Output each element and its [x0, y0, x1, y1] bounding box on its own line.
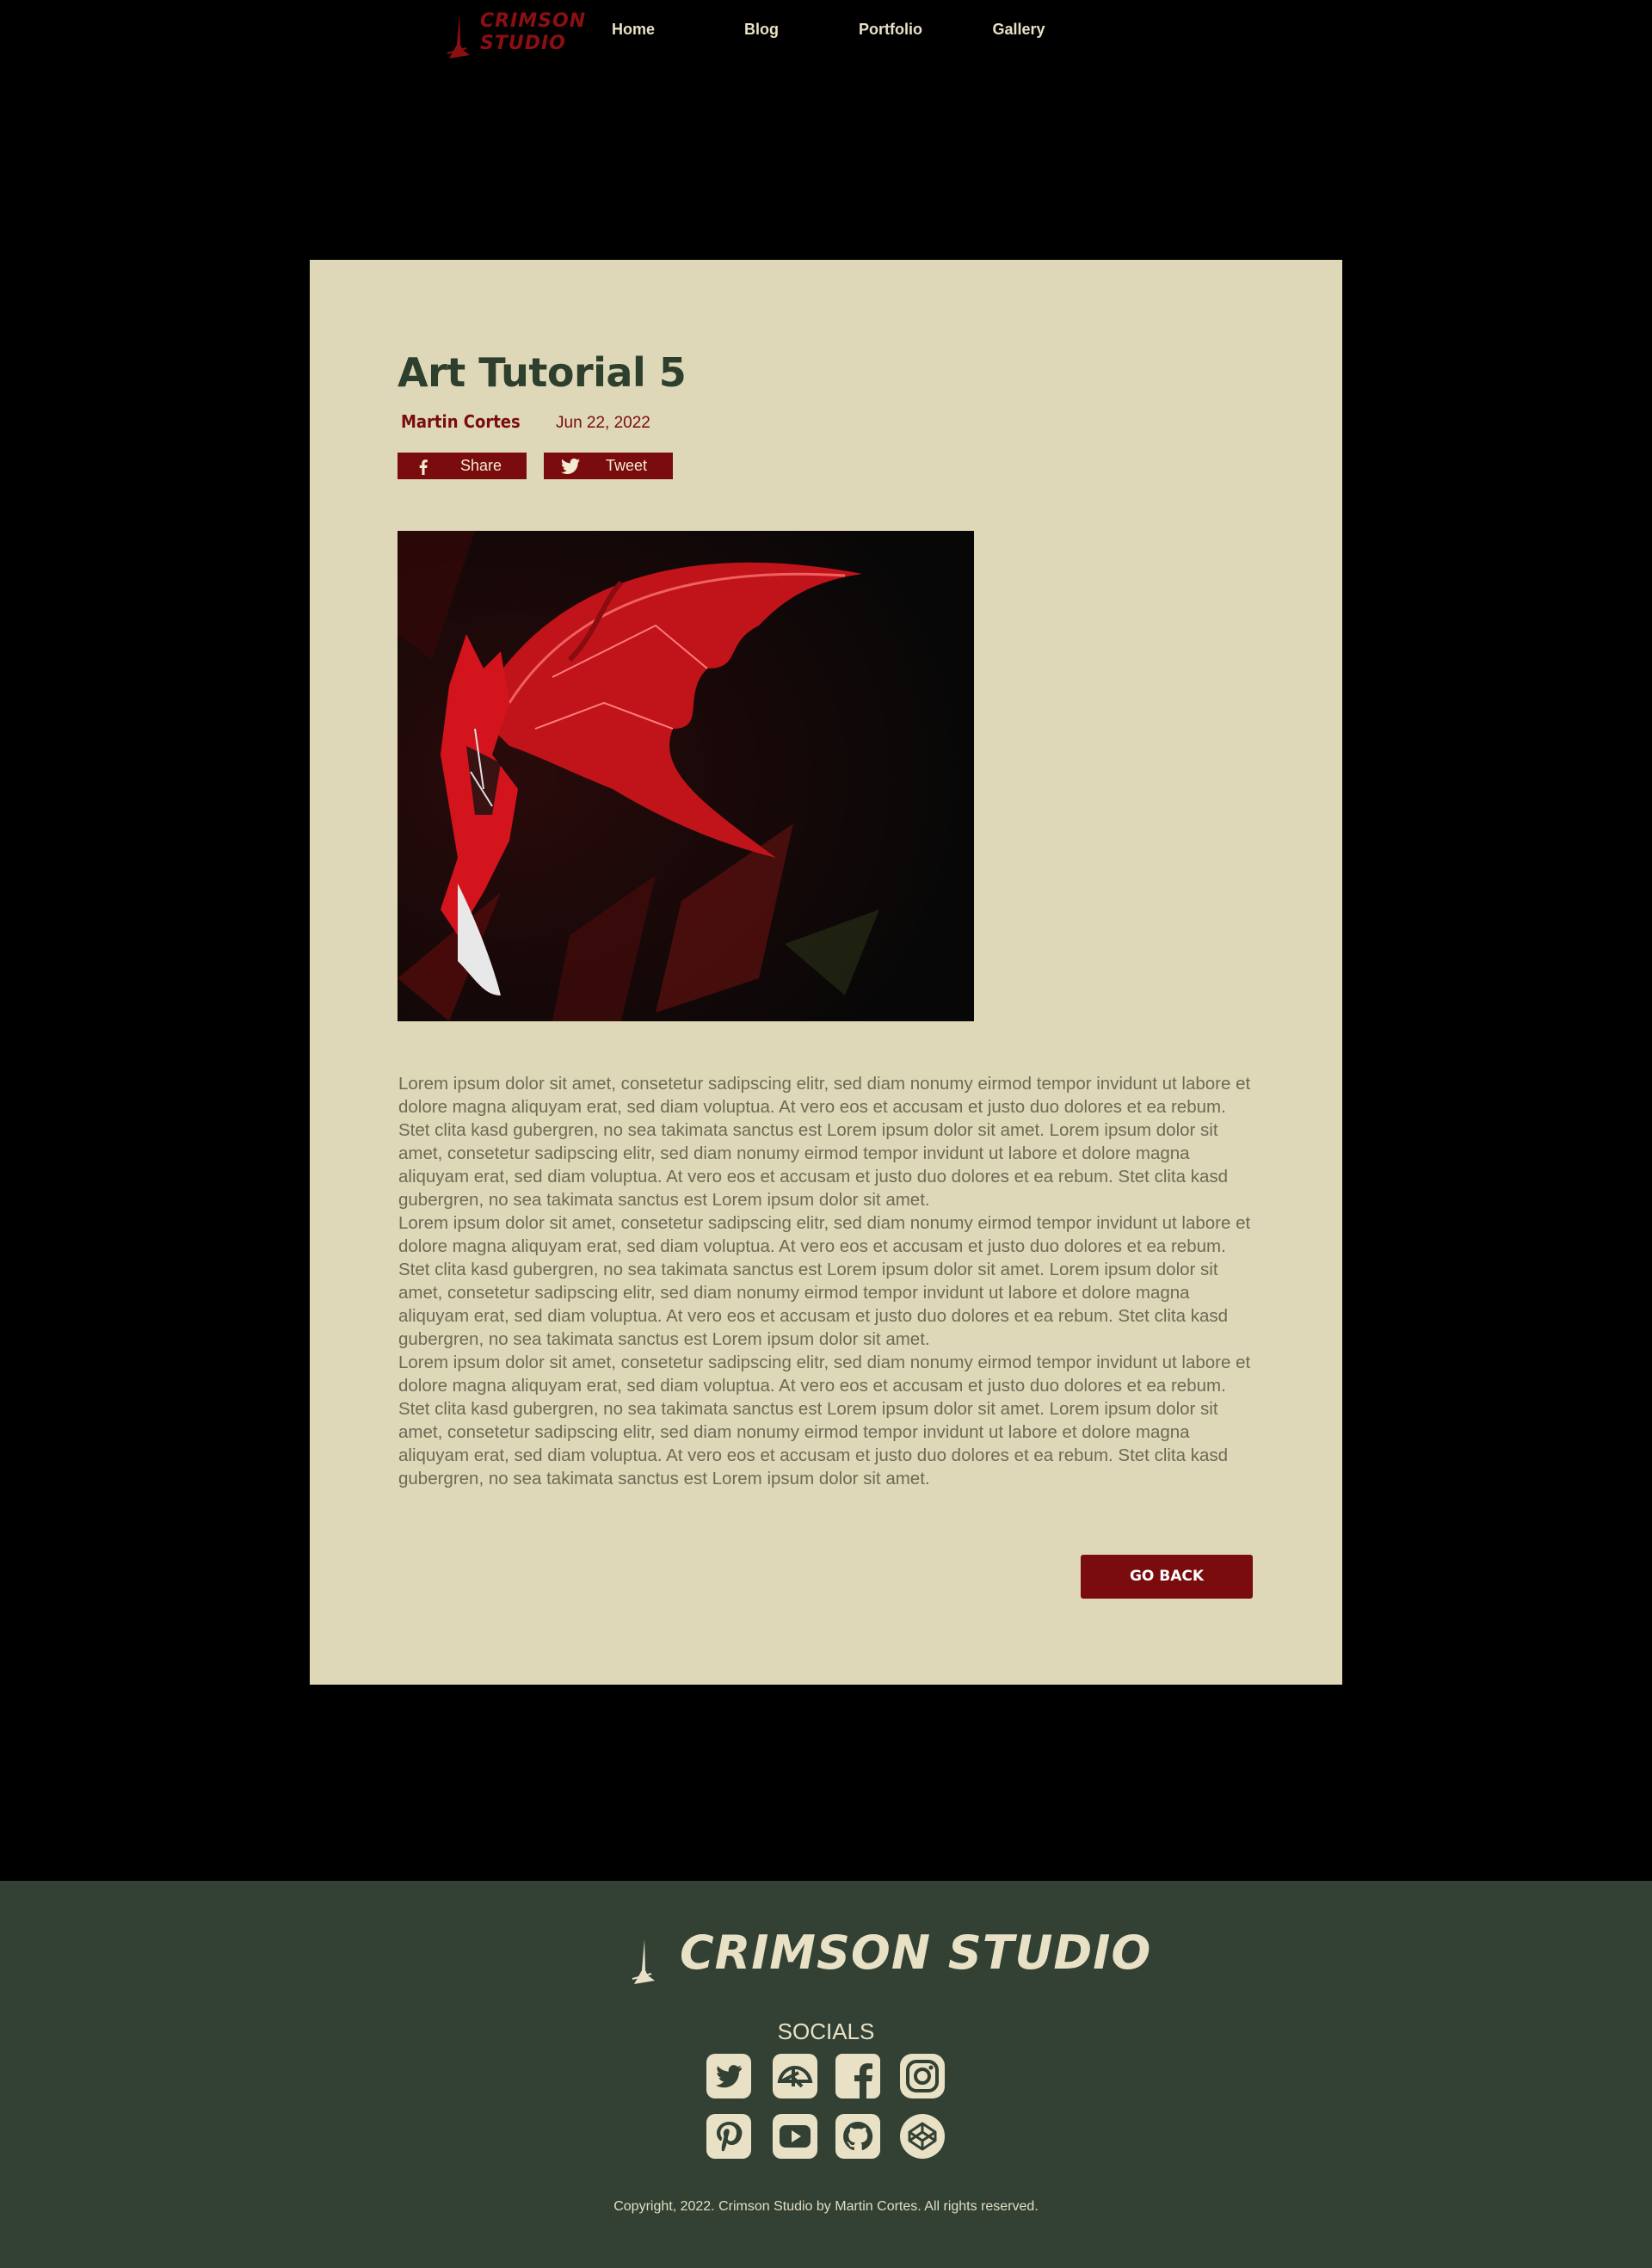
pinterest-icon[interactable] [706, 2114, 751, 2159]
pen-nib-icon [447, 14, 470, 59]
post-paragraph: Lorem ipsum dolor sit amet, consetetur s… [398, 1213, 1251, 1349]
socials-heading: SOCIALS [777, 2018, 875, 2044]
twitter-tweet-button[interactable]: Tweet [544, 453, 673, 479]
nav-blog[interactable]: Blog [710, 21, 813, 39]
post-paragraph: Lorem ipsum dolor sit amet, consetetur s… [398, 1353, 1251, 1488]
logo-text: CRIMSON STUDIO [480, 10, 586, 55]
nav-portfolio[interactable]: Portfolio [839, 21, 942, 39]
post-author[interactable]: Martin Cortes [401, 411, 521, 432]
crimson-studio-logo[interactable]: CRIMSON STUDIO [446, 9, 585, 60]
youtube-icon[interactable] [773, 2114, 817, 2159]
deviantart-icon[interactable] [773, 2054, 817, 2099]
facebook-share-button[interactable]: Share [398, 453, 527, 479]
post-paragraph: Lorem ipsum dolor sit amet, consetetur s… [398, 1074, 1251, 1210]
footer-logo-text[interactable]: CRIMSON STUDIO [680, 1926, 1151, 1980]
twitter-icon [561, 458, 580, 474]
post-date: Jun 22, 2022 [556, 414, 650, 432]
go-back-button[interactable]: GO BACK [1081, 1555, 1253, 1599]
twitter-icon[interactable] [706, 2054, 751, 2099]
nav-gallery[interactable]: Gallery [967, 21, 1070, 39]
instagram-icon[interactable] [900, 2054, 945, 2099]
footer: CRIMSON STUDIO SOCIALS Copyright, 2022. … [0, 1881, 1652, 2268]
post-card: Art Tutorial 5 Martin Cortes Jun 22, 202… [310, 260, 1342, 1685]
nav-home[interactable]: Home [582, 21, 685, 39]
top-nav: CRIMSON STUDIO Home Blog Portfolio Galle… [0, 0, 1652, 69]
facebook-icon[interactable] [835, 2054, 880, 2099]
red-winged-demon-artwork [398, 531, 974, 1021]
logo-line-1: CRIMSON [480, 10, 587, 32]
copyright-text: Copyright, 2022. Crimson Studio by Marti… [613, 2199, 1039, 2214]
facebook-icon [419, 459, 428, 475]
share-label: Share [460, 457, 502, 474]
post-title: Art Tutorial 5 [398, 349, 687, 396]
pen-nib-icon [632, 1939, 655, 1984]
post-body: Lorem ipsum dolor sit amet, consetetur s… [398, 1072, 1259, 1490]
logo-line-2: STUDIO [480, 33, 566, 54]
tweet-label: Tweet [606, 457, 648, 474]
codepen-icon[interactable] [900, 2114, 945, 2159]
post-hero-image [398, 531, 974, 1021]
github-icon[interactable] [835, 2114, 880, 2159]
